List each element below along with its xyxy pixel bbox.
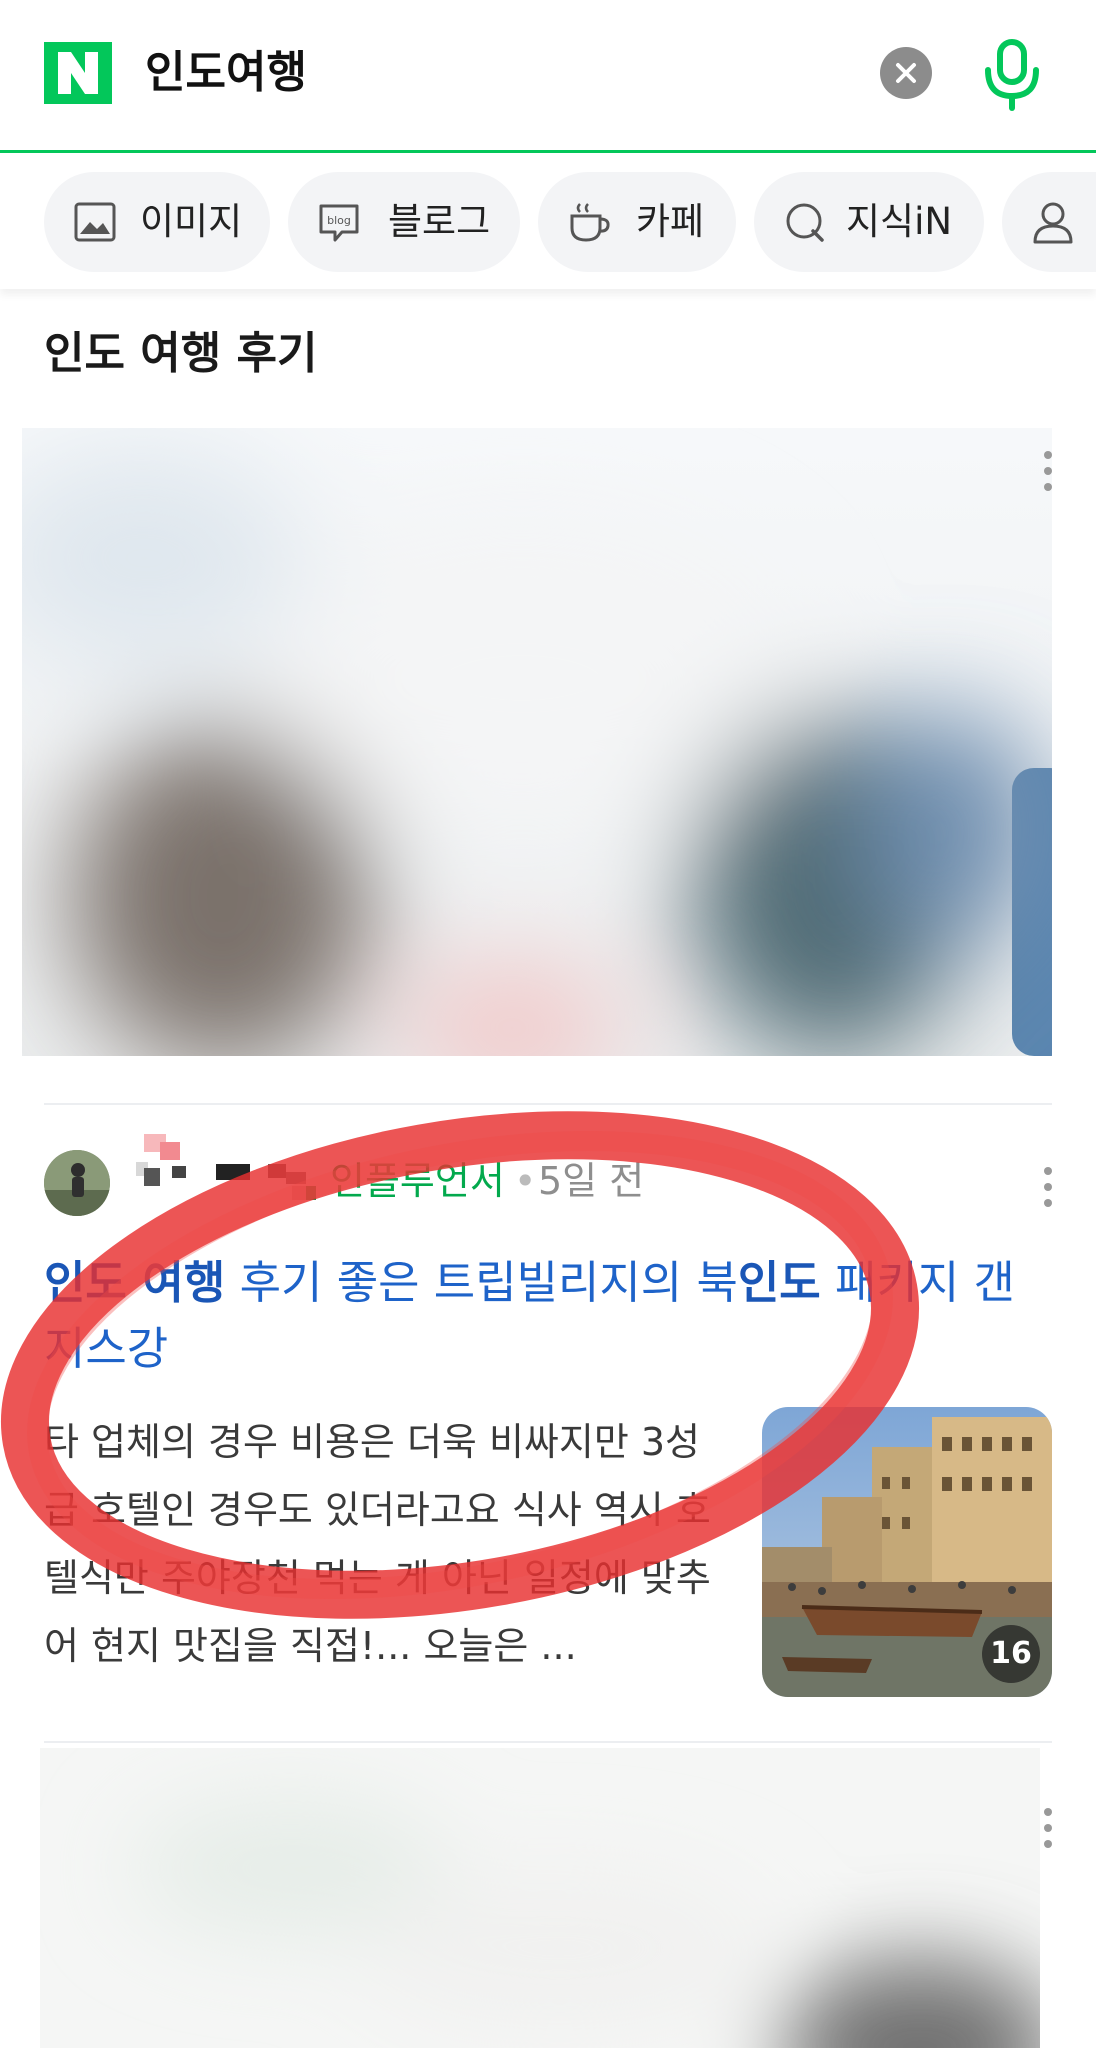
post-time: 5일 전 xyxy=(538,1159,645,1203)
microphone-icon xyxy=(985,39,1039,111)
more-options-button[interactable] xyxy=(1036,447,1060,495)
tab-image[interactable]: 이미지 xyxy=(44,172,270,272)
meta-separator: • xyxy=(514,1159,537,1203)
avatar-image xyxy=(44,1150,110,1216)
author-avatar[interactable] xyxy=(44,1150,110,1216)
tab-cafe[interactable]: 카페 xyxy=(538,172,736,272)
result-divider xyxy=(44,1741,1052,1743)
voice-search-button[interactable] xyxy=(980,38,1044,112)
clear-search-button[interactable] xyxy=(880,47,932,99)
search-category-tabs: 이미지 blog 블로그 카페 지식iN xyxy=(0,153,1096,289)
more-options-button[interactable] xyxy=(1036,1804,1060,1852)
influencer-badge[interactable]: 인플루언서 xyxy=(330,1155,505,1207)
image-icon xyxy=(74,202,116,242)
post-more-options-button[interactable] xyxy=(1036,1163,1060,1211)
tab-image-label: 이미지 xyxy=(140,200,243,243)
title-keyword: 인도 여행 xyxy=(44,1256,226,1309)
section-title: 인도 여행 후기 xyxy=(44,328,318,379)
tab-kin-label: 지식iN xyxy=(846,200,953,243)
close-icon xyxy=(896,63,916,83)
blurred-result-card[interactable] xyxy=(40,1748,1040,2048)
search-header: 인도여행 xyxy=(0,0,1096,153)
result-divider xyxy=(44,1103,1052,1105)
blurred-content-image xyxy=(40,1748,1040,2048)
person-icon xyxy=(1033,202,1073,244)
tab-blog-label: 블로그 xyxy=(388,200,491,243)
title-keyword: 인도 xyxy=(737,1256,821,1309)
tab-influencer[interactable] xyxy=(1002,172,1096,272)
tab-kin[interactable]: 지식iN xyxy=(754,172,984,272)
title-text: 후기 좋은 트립빌리지의 북 xyxy=(225,1256,738,1309)
image-count-badge: 16 xyxy=(982,1625,1040,1683)
post-title-link[interactable]: 인도 여행 후기 좋은 트립빌리지의 북인도 패키지 갠지스강 xyxy=(44,1250,1044,1382)
blurred-content-image xyxy=(22,428,1052,1056)
tab-blog[interactable]: blog 블로그 xyxy=(288,172,520,272)
blog-icon: blog xyxy=(319,204,359,242)
post-thumbnail[interactable]: 16 xyxy=(762,1407,1052,1697)
kin-q-icon xyxy=(786,203,824,242)
blurred-result-card[interactable] xyxy=(22,428,1052,1056)
naver-logo-icon[interactable] xyxy=(44,42,112,104)
cafe-cup-icon xyxy=(570,203,610,242)
search-query-text[interactable]: 인도여행 xyxy=(145,42,307,104)
redacted-author-name xyxy=(136,1134,316,1200)
post-excerpt[interactable]: 타 업체의 경우 비용은 더욱 비싸지만 3성급 호텔인 경우도 있더라고요 식… xyxy=(44,1408,734,1680)
tab-cafe-label: 카페 xyxy=(636,200,705,243)
svg-text:blog: blog xyxy=(327,214,351,227)
